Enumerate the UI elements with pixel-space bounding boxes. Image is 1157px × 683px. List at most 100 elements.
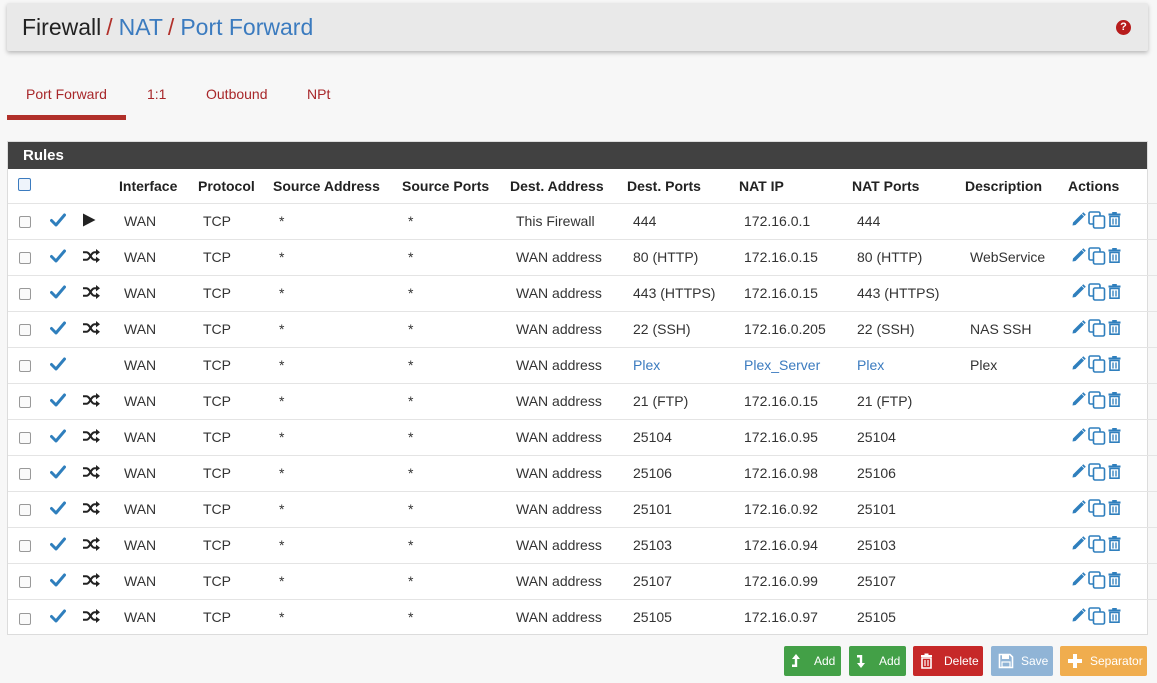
row-checkbox[interactable] <box>19 612 31 625</box>
edit-pencil-icon[interactable] <box>1071 608 1086 626</box>
row-checkbox[interactable] <box>19 576 31 589</box>
cell-dest-address: WAN address <box>510 238 627 275</box>
table-row[interactable]: WAN TCP * * WAN address 25103 172.16.0.94 25103 <box>8 526 1157 563</box>
cell-description <box>965 526 1068 563</box>
separator-button[interactable]: Separator <box>1060 646 1147 676</box>
row-checkbox[interactable] <box>19 252 31 265</box>
check-icon[interactable] <box>50 501 66 518</box>
cell-description <box>965 418 1068 455</box>
row-checkbox[interactable] <box>19 324 31 337</box>
cell-interface: WAN <box>119 526 198 563</box>
table-row[interactable]: WAN TCP * * WAN address 25104 172.16.0.95 25104 <box>8 418 1157 455</box>
check-icon[interactable] <box>50 357 66 374</box>
row-checkbox[interactable] <box>19 396 31 409</box>
cell-dest-ports[interactable]: Plex <box>627 346 739 383</box>
row-checkbox[interactable] <box>19 468 31 481</box>
breadcrumb-nat[interactable]: NAT <box>119 14 163 40</box>
delete-button[interactable]: Delete <box>913 646 983 676</box>
copy-icon[interactable] <box>1088 246 1106 268</box>
check-icon[interactable] <box>50 249 66 266</box>
breadcrumb-port-forward[interactable]: Port Forward <box>180 14 313 40</box>
edit-pencil-icon[interactable] <box>1071 428 1086 446</box>
edit-pencil-icon[interactable] <box>1071 536 1086 554</box>
copy-icon[interactable] <box>1088 282 1106 304</box>
table-row[interactable]: WAN TCP * * WAN address 443 (HTTPS) 172.16.0.1… <box>8 274 1157 311</box>
copy-icon[interactable] <box>1088 354 1106 376</box>
copy-icon[interactable] <box>1088 462 1106 484</box>
table-row[interactable]: WAN TCP * * WAN address 25105 172.16.0.97 25105 <box>8 598 1157 635</box>
tab-outbound[interactable]: Outbound <box>187 75 287 120</box>
edit-pencil-icon[interactable] <box>1071 284 1086 302</box>
tab-port-forward[interactable]: Port Forward <box>7 75 126 120</box>
trash-icon[interactable] <box>1108 464 1121 482</box>
edit-pencil-icon[interactable] <box>1071 248 1086 266</box>
row-checkbox[interactable] <box>19 216 31 229</box>
table-row[interactable]: WAN TCP * * WAN address 25106 172.16.0.98 25106 <box>8 454 1157 491</box>
cell-nat-ports: 21 (FTP) <box>852 382 965 419</box>
check-icon[interactable] <box>50 393 66 410</box>
check-icon[interactable] <box>50 465 66 482</box>
check-icon[interactable] <box>50 573 66 590</box>
select-all-checkbox[interactable] <box>18 177 31 191</box>
tab-one-to-one[interactable]: 1:1 <box>128 75 185 120</box>
edit-pencil-icon[interactable] <box>1071 212 1086 230</box>
cell-nat-ip[interactable]: Plex_Server <box>739 346 852 383</box>
trash-icon[interactable] <box>1108 212 1121 230</box>
copy-icon[interactable] <box>1088 390 1106 412</box>
question-circle-icon[interactable]: ? <box>1116 20 1131 35</box>
trash-icon[interactable] <box>1108 392 1121 410</box>
row-checkbox[interactable] <box>19 432 31 445</box>
cell-nat-ip: 172.16.0.94 <box>739 526 852 563</box>
check-icon[interactable] <box>50 537 66 554</box>
cell-dest-address: WAN address <box>510 310 627 347</box>
add-bottom-button[interactable]: Add <box>849 646 906 676</box>
row-checkbox[interactable] <box>19 288 31 301</box>
cell-nat-ip: 172.16.0.92 <box>739 490 852 527</box>
table-row[interactable]: WAN TCP * * WAN address Plex Plex_Server Plex Pl… <box>8 346 1157 383</box>
cell-source-ports: * <box>402 310 510 347</box>
table-row[interactable]: WAN TCP * * WAN address 21 (FTP) 172.16.0.15 21… <box>8 382 1157 419</box>
table-row[interactable]: WAN TCP * * WAN address 22 (SSH) 172.16.0.205 2… <box>8 310 1157 347</box>
copy-icon[interactable] <box>1088 210 1106 232</box>
save-button[interactable]: Save <box>991 646 1053 676</box>
trash-icon[interactable] <box>1108 536 1121 554</box>
trash-icon[interactable] <box>1108 428 1121 446</box>
add-top-button[interactable]: Add <box>784 646 841 676</box>
check-icon[interactable] <box>50 609 66 626</box>
edit-pencil-icon[interactable] <box>1071 572 1086 590</box>
edit-pencil-icon[interactable] <box>1071 500 1086 518</box>
cell-dest-ports: 25105 <box>627 598 739 635</box>
trash-icon[interactable] <box>1108 608 1121 626</box>
table-row[interactable]: WAN TCP * * WAN address 25107 172.16.0.99 25107 <box>8 562 1157 599</box>
edit-pencil-icon[interactable] <box>1071 392 1086 410</box>
edit-pencil-icon[interactable] <box>1071 356 1086 374</box>
row-checkbox[interactable] <box>19 360 31 373</box>
trash-icon[interactable] <box>1108 284 1121 302</box>
copy-icon[interactable] <box>1088 534 1106 556</box>
copy-icon[interactable] <box>1088 426 1106 448</box>
copy-icon[interactable] <box>1088 318 1106 340</box>
copy-icon[interactable] <box>1088 606 1106 628</box>
tab-npt[interactable]: NPt <box>288 75 349 120</box>
table-row[interactable]: WAN TCP * * This Firewall 444 172.16.0.1 444 <box>8 202 1157 239</box>
check-icon[interactable] <box>50 213 66 230</box>
trash-icon[interactable] <box>1108 248 1121 266</box>
edit-pencil-icon[interactable] <box>1071 464 1086 482</box>
trash-icon[interactable] <box>1108 572 1121 590</box>
check-icon[interactable] <box>50 321 66 338</box>
edit-pencil-icon[interactable] <box>1071 320 1086 338</box>
trash-icon <box>921 653 932 669</box>
play-icon <box>82 213 96 230</box>
table-row[interactable]: WAN TCP * * WAN address 80 (HTTP) 172.16.0.15 8… <box>8 238 1157 275</box>
copy-icon[interactable] <box>1088 498 1106 520</box>
trash-icon[interactable] <box>1108 356 1121 374</box>
row-checkbox[interactable] <box>19 504 31 517</box>
check-icon[interactable] <box>50 285 66 302</box>
cell-nat-ports[interactable]: Plex <box>852 346 965 383</box>
check-icon[interactable] <box>50 429 66 446</box>
copy-icon[interactable] <box>1088 570 1106 592</box>
table-row[interactable]: WAN TCP * * WAN address 25101 172.16.0.92 25101 <box>8 490 1157 527</box>
trash-icon[interactable] <box>1108 320 1121 338</box>
row-checkbox[interactable] <box>19 540 31 553</box>
trash-icon[interactable] <box>1108 500 1121 518</box>
